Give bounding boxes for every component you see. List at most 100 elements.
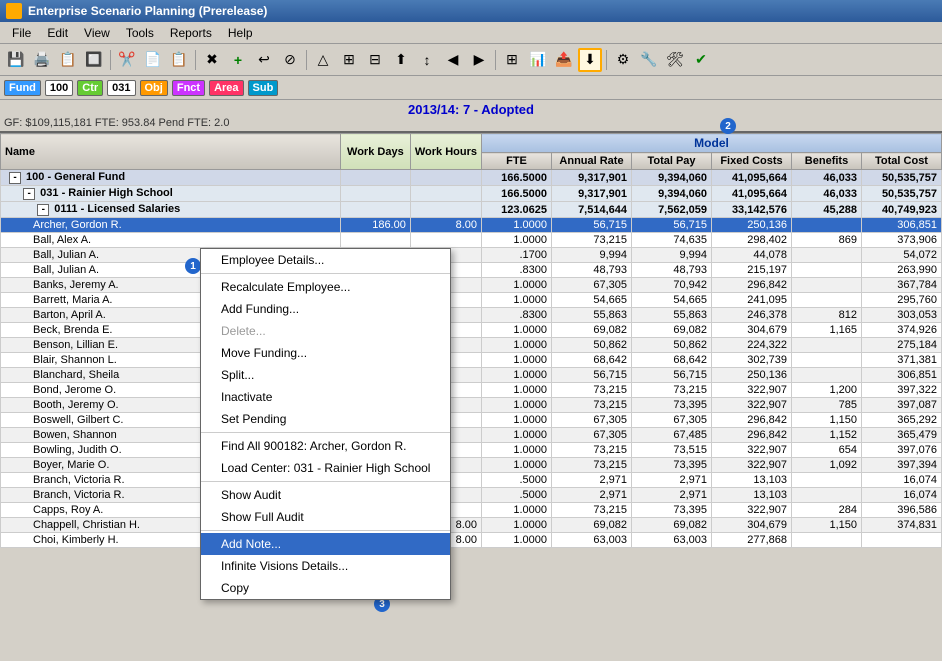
filter-fnct[interactable]: Fnct bbox=[172, 80, 205, 96]
tb-check-btn[interactable]: ✔ bbox=[689, 48, 713, 72]
ctx-item-17[interactable]: Infinite Visions Details... bbox=[201, 555, 450, 577]
ctx-item-13[interactable]: Show Audit bbox=[201, 484, 450, 506]
table-row[interactable]: Bowen, Shannon1.000067,30567,485296,8421… bbox=[1, 428, 942, 443]
table-row[interactable]: Booth, Jeremy O.1.000073,21573,395322,90… bbox=[1, 398, 942, 413]
tb-chart-btn[interactable]: 📊 bbox=[526, 48, 550, 72]
row-total-pay: 73,395 bbox=[632, 503, 712, 518]
ctx-item-2[interactable]: Recalculate Employee... bbox=[201, 276, 450, 298]
ctx-item-5[interactable]: Move Funding... bbox=[201, 342, 450, 364]
tb-btn3[interactable]: 🔲 bbox=[82, 48, 106, 72]
ctx-item-4[interactable]: Delete... bbox=[201, 320, 450, 342]
tb-preview-btn[interactable]: 📋 bbox=[56, 48, 80, 72]
table-row[interactable]: - 031 - Rainier High School166.50009,317… bbox=[1, 186, 942, 202]
menu-tools[interactable]: Tools bbox=[118, 24, 162, 42]
tb-updown-btn[interactable]: ↕ bbox=[415, 48, 439, 72]
col-header-name: Name bbox=[1, 134, 341, 170]
table-row[interactable]: Archer, Gordon R.186.008.001.000056,7155… bbox=[1, 218, 942, 233]
row-benefits: 46,033 bbox=[792, 170, 862, 186]
table-row[interactable]: Barton, April A..830055,86355,863246,378… bbox=[1, 308, 942, 323]
row-workdays bbox=[340, 233, 410, 248]
filter-fund[interactable]: Fund bbox=[4, 80, 41, 96]
tb-add-btn[interactable]: + bbox=[226, 48, 250, 72]
col-header-workdays: Work Days bbox=[340, 134, 410, 170]
table-row[interactable]: Benson, Lillian E.1.000050,86250,862224,… bbox=[1, 338, 942, 353]
row-fte: 123.0625 bbox=[482, 202, 552, 218]
table-row[interactable]: Choi, Kimberly H.186.008.001.000063,0036… bbox=[1, 533, 942, 548]
ctx-item-16[interactable]: Add Note... bbox=[201, 533, 450, 555]
tb-save-btn[interactable]: 💾 bbox=[4, 48, 28, 72]
table-row[interactable]: Chappell, Christian H.186.008.001.000069… bbox=[1, 518, 942, 533]
row-total-pay: 67,485 bbox=[632, 428, 712, 443]
row-annual-rate: 69,082 bbox=[552, 323, 632, 338]
ctx-item-0[interactable]: Employee Details... bbox=[201, 249, 450, 271]
ctx-item-8[interactable]: Set Pending bbox=[201, 408, 450, 430]
tb-print-btn[interactable]: 🖨️ bbox=[30, 48, 54, 72]
tb-cut-btn[interactable]: ✂️ bbox=[115, 48, 139, 72]
table-row[interactable]: Branch, Victoria R..50002,9712,97113,103… bbox=[1, 473, 942, 488]
tb-tools-btn[interactable]: 🛠 bbox=[663, 48, 687, 72]
ctx-item-11[interactable]: Load Center: 031 - Rainier High School bbox=[201, 457, 450, 479]
table-row[interactable]: Boswell, Gilbert C.1.000067,30567,305296… bbox=[1, 413, 942, 428]
tb-highlight-btn[interactable]: ⬇ bbox=[578, 48, 602, 72]
ctx-item-18[interactable]: Copy bbox=[201, 577, 450, 599]
ctx-item-6[interactable]: Split... bbox=[201, 364, 450, 386]
table-row[interactable]: Barrett, Maria A.1.000054,66554,665241,0… bbox=[1, 293, 942, 308]
menu-help[interactable]: Help bbox=[220, 24, 261, 42]
row-total-pay: 74,635 bbox=[632, 233, 712, 248]
table-row[interactable]: Boyer, Marie O.1.000073,21573,395322,907… bbox=[1, 458, 942, 473]
filter-ctr-num[interactable]: 031 bbox=[107, 80, 135, 96]
menu-file[interactable]: File bbox=[4, 24, 39, 42]
ctx-item-14[interactable]: Show Full Audit bbox=[201, 506, 450, 528]
tb-copy-btn[interactable]: 📄 bbox=[141, 48, 165, 72]
menu-reports[interactable]: Reports bbox=[162, 24, 220, 42]
menu-view[interactable]: View bbox=[76, 24, 118, 42]
filter-sub[interactable]: Sub bbox=[248, 80, 279, 96]
row-fte: 1.0000 bbox=[482, 233, 552, 248]
table-row[interactable]: Branch, Victoria R..50002,9712,97113,103… bbox=[1, 488, 942, 503]
tb-collapse-btn[interactable]: ⊟ bbox=[363, 48, 387, 72]
table-row[interactable]: Bond, Jerome O.1.000073,21573,215322,907… bbox=[1, 383, 942, 398]
table-row[interactable]: Blanchard, Sheila1.000056,71556,715250,1… bbox=[1, 368, 942, 383]
table-row[interactable]: Ball, Alex A.1.000073,21574,635298,40286… bbox=[1, 233, 942, 248]
col-header-workhours: Work Hours bbox=[410, 134, 481, 170]
tb-expand-btn[interactable]: ⊞ bbox=[337, 48, 361, 72]
tb-cancel-btn[interactable]: ⊘ bbox=[278, 48, 302, 72]
ctx-item-7[interactable]: Inactivate bbox=[201, 386, 450, 408]
filter-obj[interactable]: Obj bbox=[140, 80, 168, 96]
tb-paste-btn[interactable]: 📋 bbox=[167, 48, 191, 72]
table-row[interactable]: - 100 - General Fund166.50009,317,9019,3… bbox=[1, 170, 942, 186]
row-fte: 1.0000 bbox=[482, 323, 552, 338]
filter-ctr[interactable]: Ctr bbox=[77, 80, 103, 96]
table-row[interactable]: Bowling, Judith O.1.000073,21573,515322,… bbox=[1, 443, 942, 458]
tb-sep3 bbox=[306, 50, 307, 70]
tb-settings-btn[interactable]: ⚙ bbox=[611, 48, 635, 72]
row-fte: 1.0000 bbox=[482, 218, 552, 233]
row-benefits bbox=[792, 488, 862, 503]
tb-export-btn[interactable]: 📤 bbox=[552, 48, 576, 72]
table-row[interactable]: Ball, Julian A..830048,79348,793215,1972… bbox=[1, 263, 942, 278]
tb-config-btn[interactable]: 🔧 bbox=[637, 48, 661, 72]
tb-left-btn[interactable]: ◀ bbox=[441, 48, 465, 72]
table-row[interactable]: Blair, Shannon L.1.000068,64268,642302,7… bbox=[1, 353, 942, 368]
table-row[interactable]: Ball, Julian A..17009,9949,99444,07854,0… bbox=[1, 248, 942, 263]
tb-grid-btn[interactable]: ⊞ bbox=[500, 48, 524, 72]
table-row[interactable]: Banks, Jeremy A.1.000067,30570,942296,84… bbox=[1, 278, 942, 293]
row-annual-rate: 2,971 bbox=[552, 473, 632, 488]
tb-triangle-btn[interactable]: △ bbox=[311, 48, 335, 72]
filter-bar: Fund 100 Ctr 031 Obj Fnct Area Sub bbox=[0, 76, 942, 100]
ctx-item-10[interactable]: Find All 900182: Archer, Gordon R. bbox=[201, 435, 450, 457]
tb-up-btn[interactable]: ⬆ bbox=[389, 48, 413, 72]
row-benefits: 46,033 bbox=[792, 186, 862, 202]
ctx-item-3[interactable]: Add Funding... bbox=[201, 298, 450, 320]
filter-fund-num[interactable]: 100 bbox=[45, 80, 73, 96]
tb-right-btn[interactable]: ▶ bbox=[467, 48, 491, 72]
table-row[interactable]: Beck, Brenda E.1.000069,08269,082304,679… bbox=[1, 323, 942, 338]
table-row[interactable]: Capps, Roy A.1.000073,21573,395322,90728… bbox=[1, 503, 942, 518]
row-benefits: 869 bbox=[792, 233, 862, 248]
tb-undo-btn[interactable]: ↩ bbox=[252, 48, 276, 72]
filter-area[interactable]: Area bbox=[209, 80, 243, 96]
data-grid[interactable]: Name Work Days Work Hours Model FTE Annu… bbox=[0, 133, 942, 661]
menu-edit[interactable]: Edit bbox=[39, 24, 76, 42]
tb-delete-btn[interactable]: ✖ bbox=[200, 48, 224, 72]
table-row[interactable]: - 0111 - Licensed Salaries123.06257,514,… bbox=[1, 202, 942, 218]
